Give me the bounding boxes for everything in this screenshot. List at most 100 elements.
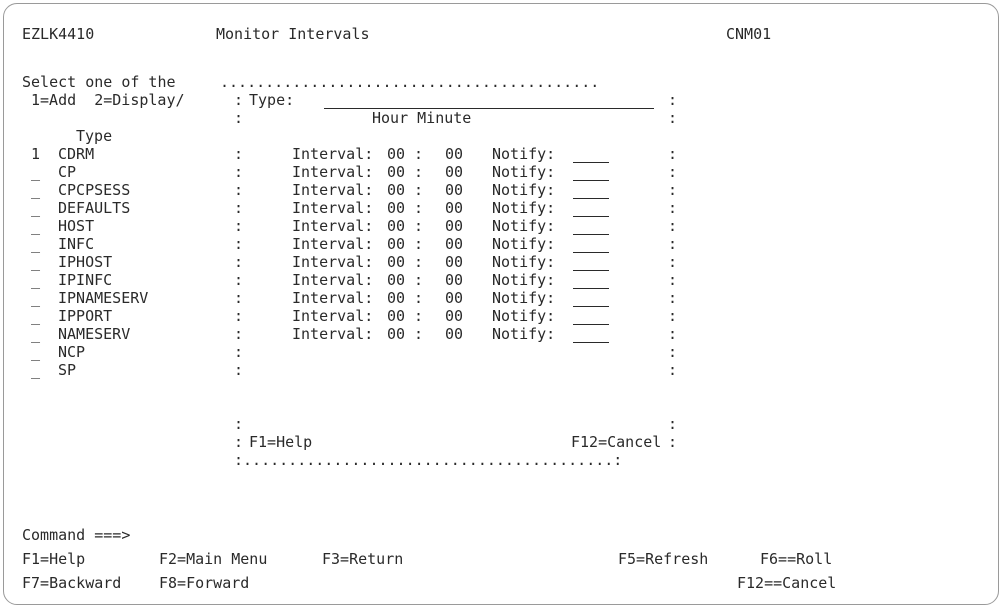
- row-select-field[interactable]: _: [31, 307, 40, 326]
- notify-field-underline: [573, 270, 609, 271]
- f2-main-menu-key[interactable]: F2=Main Menu: [159, 550, 267, 569]
- terminal-screen: EZLK4410 Monitor Intervals CNM01 Select …: [3, 3, 999, 605]
- select-instruction: Select one of the: [22, 73, 176, 91]
- popup-right-border: :: [668, 199, 678, 217]
- row-type-label: IPPORT: [58, 307, 113, 325]
- f3-return-key[interactable]: F3=Return: [322, 550, 403, 569]
- notify-label: Notify:: [492, 217, 556, 235]
- popup-left-border: :: [234, 217, 244, 235]
- popup-left-border: :: [234, 109, 244, 127]
- popup-right-border: :: [668, 91, 678, 109]
- interval-hour-field[interactable]: 00: [387, 289, 405, 308]
- row-type-label: IPINFC: [58, 271, 113, 289]
- notify-label: Notify:: [492, 199, 556, 217]
- interval-hour-field[interactable]: 00: [387, 217, 405, 236]
- row-select-field[interactable]: _: [31, 217, 40, 236]
- interval-separator: :: [414, 253, 424, 271]
- interval-label: Interval:: [292, 253, 374, 271]
- interval-minute-field[interactable]: 00: [445, 217, 463, 236]
- row-type-label: CPCPSESS: [58, 181, 131, 199]
- interval-hour-field[interactable]: 00: [387, 199, 405, 218]
- row-select-field[interactable]: _: [31, 253, 40, 272]
- notify-label: Notify:: [492, 289, 556, 307]
- command-input[interactable]: [139, 526, 939, 545]
- interval-separator: :: [414, 325, 424, 343]
- popup-left-border: :: [234, 325, 244, 343]
- popup-right-border: :: [668, 145, 678, 163]
- interval-separator: :: [414, 199, 424, 217]
- row-type-label: NCP: [58, 343, 86, 361]
- notify-field-underline: [573, 162, 609, 163]
- popup-left-border: :: [234, 235, 244, 253]
- interval-hour-field[interactable]: 00: [387, 145, 405, 164]
- f1-help-key[interactable]: F1=Help: [22, 550, 85, 569]
- interval-minute-field[interactable]: 00: [445, 199, 463, 218]
- popup-right-border: :: [668, 181, 678, 199]
- popup-f12-cancel[interactable]: F12=Cancel: [571, 433, 661, 452]
- interval-minute-field[interactable]: 00: [445, 325, 463, 344]
- row-select-field[interactable]: 1: [31, 145, 40, 164]
- row-select-field[interactable]: _: [31, 163, 40, 182]
- interval-hour-field[interactable]: 00: [387, 181, 405, 200]
- popup-left-border: :: [234, 343, 244, 361]
- popup-left-border: :: [234, 433, 244, 451]
- interval-hour-field[interactable]: 00: [387, 325, 405, 344]
- row-type-label: IPNAMESERV: [58, 289, 149, 307]
- popup-bottom-border: :.......................................…: [234, 451, 623, 469]
- f5-refresh-key[interactable]: F5=Refresh: [618, 550, 708, 569]
- row-type-label: DEFAULTS: [58, 199, 131, 217]
- interval-minute-field[interactable]: 00: [445, 235, 463, 254]
- notify-label: Notify:: [492, 325, 556, 343]
- notify-label: Notify:: [492, 271, 556, 289]
- interval-label: Interval:: [292, 181, 374, 199]
- interval-minute-field[interactable]: 00: [445, 253, 463, 272]
- panel-id: EZLK4410: [22, 25, 95, 43]
- interval-separator: :: [414, 163, 424, 181]
- interval-label: Interval:: [292, 235, 374, 253]
- f7-backward-key[interactable]: F7=Backward: [22, 574, 121, 593]
- popup-type-label: Type:: [249, 91, 295, 109]
- interval-hour-field[interactable]: 00: [387, 163, 405, 182]
- row-type-label: IPHOST: [58, 253, 113, 271]
- interval-hour-field[interactable]: 00: [387, 253, 405, 272]
- interval-hour-field[interactable]: 00: [387, 307, 405, 326]
- row-select-field[interactable]: _: [31, 361, 40, 380]
- popup-right-border: :: [668, 163, 678, 181]
- interval-hour-field[interactable]: 00: [387, 235, 405, 254]
- row-select-field[interactable]: _: [31, 325, 40, 344]
- popup-right-border: :: [668, 325, 678, 343]
- row-select-field[interactable]: _: [31, 271, 40, 290]
- interval-minute-field[interactable]: 00: [445, 163, 463, 182]
- interval-hour-field[interactable]: 00: [387, 271, 405, 290]
- row-type-label: INFC: [58, 235, 95, 253]
- row-select-field[interactable]: _: [31, 289, 40, 308]
- popup-left-border: :: [234, 181, 244, 199]
- notify-label: Notify:: [492, 253, 556, 271]
- interval-minute-field[interactable]: 00: [445, 271, 463, 290]
- interval-minute-field[interactable]: 00: [445, 307, 463, 326]
- popup-right-border: :: [668, 289, 678, 307]
- row-select-field[interactable]: _: [31, 181, 40, 200]
- row-select-field[interactable]: _: [31, 199, 40, 218]
- notify-field-underline: [573, 234, 609, 235]
- notify-field-underline: [573, 180, 609, 181]
- popup-left-border: :: [234, 253, 244, 271]
- row-select-field[interactable]: _: [31, 235, 40, 254]
- notify-field-underline: [573, 324, 609, 325]
- interval-separator: :: [414, 181, 424, 199]
- command-label: Command ===>: [22, 526, 131, 544]
- popup-right-border: :: [668, 343, 678, 361]
- interval-label: Interval:: [292, 217, 374, 235]
- interval-minute-field[interactable]: 00: [445, 181, 463, 200]
- panel-title: Monitor Intervals: [216, 25, 370, 43]
- interval-minute-field[interactable]: 00: [445, 145, 463, 164]
- popup-left-border: :: [234, 271, 244, 289]
- interval-minute-field[interactable]: 00: [445, 289, 463, 308]
- popup-right-border: :: [668, 271, 678, 289]
- row-select-field[interactable]: _: [31, 343, 40, 362]
- f12-cancel-key[interactable]: F12==Cancel: [737, 574, 836, 593]
- f6-roll-key[interactable]: F6==Roll: [760, 550, 832, 569]
- popup-f1-help[interactable]: F1=Help: [249, 433, 312, 452]
- f8-forward-key[interactable]: F8=Forward: [159, 574, 249, 593]
- popup-column-headers: Hour Minute: [372, 109, 472, 127]
